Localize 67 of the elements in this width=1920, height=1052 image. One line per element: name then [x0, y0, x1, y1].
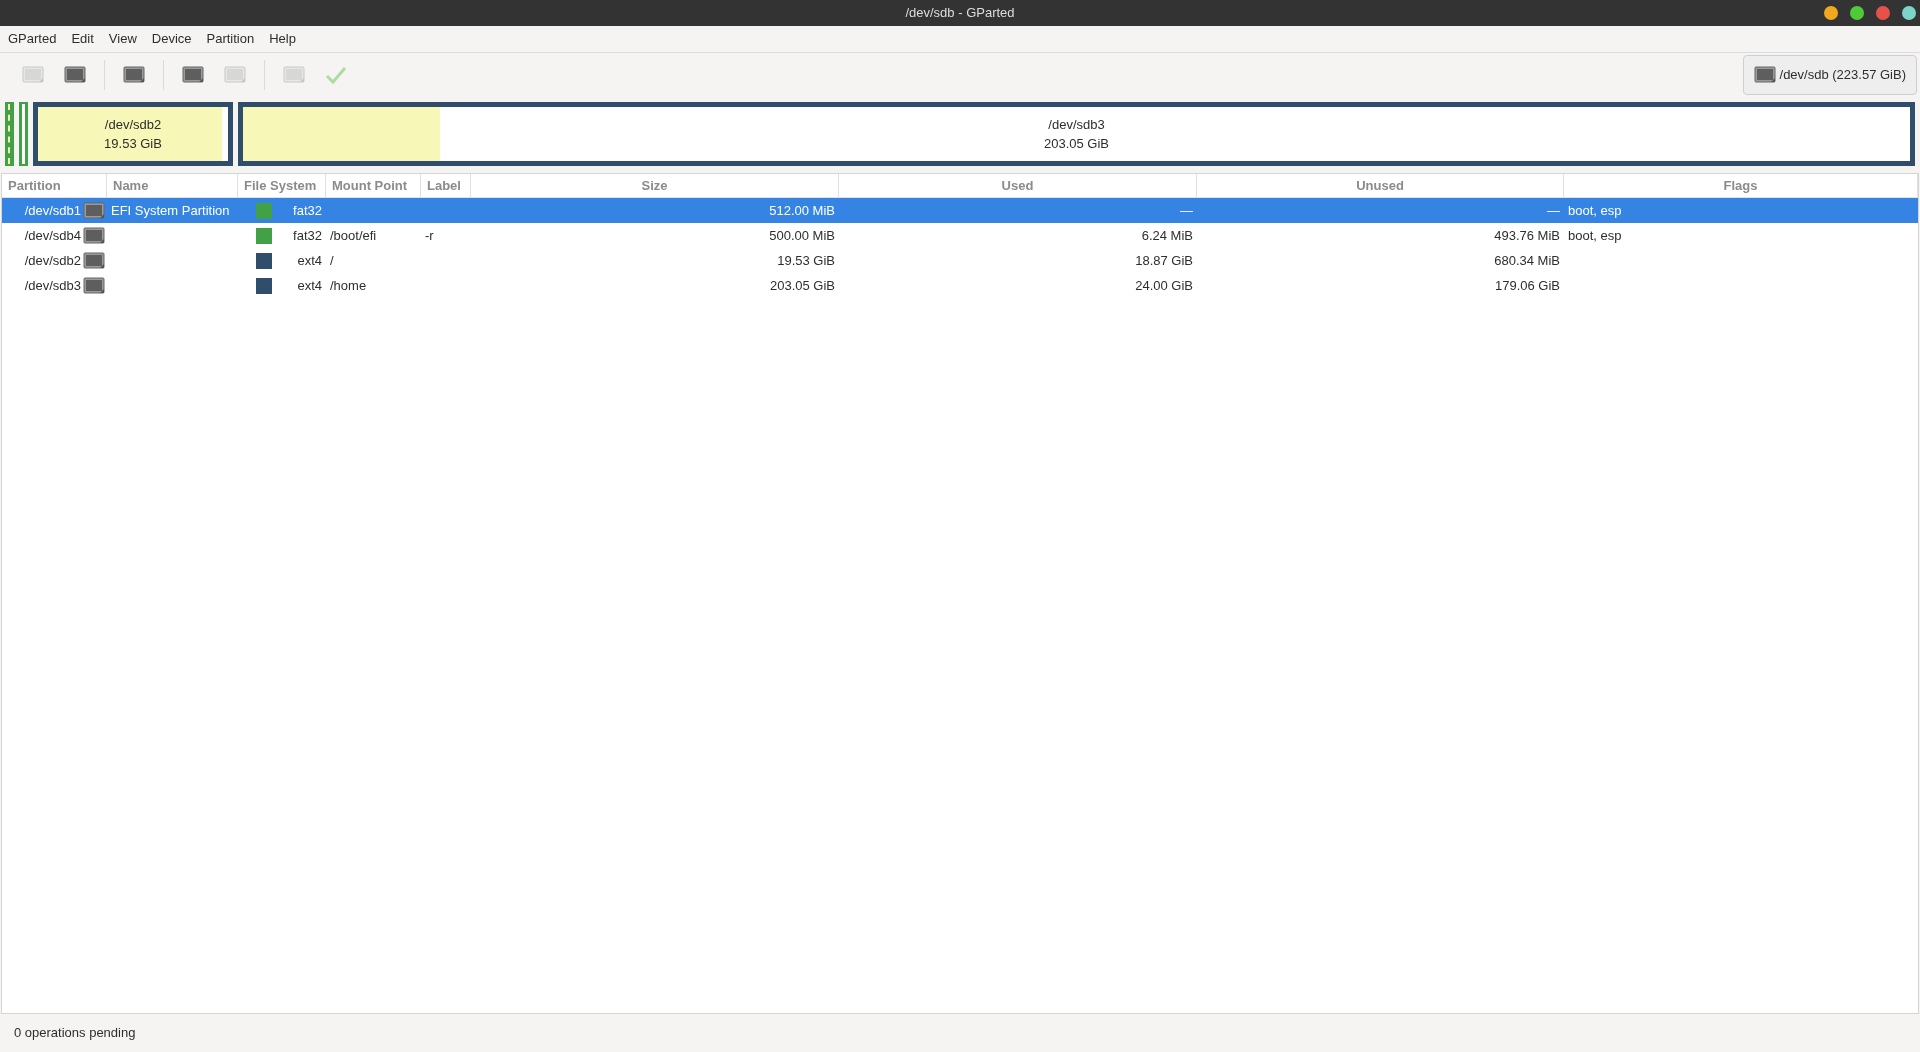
- menu-item[interactable]: Help: [263, 29, 302, 49]
- drive-icon: [283, 66, 305, 84]
- partition-size: 19.53 GiB: [104, 135, 162, 153]
- drive-icon: [22, 66, 44, 84]
- maximize-button[interactable]: [1850, 6, 1864, 20]
- partition-size: 203.05 GiB: [1044, 135, 1110, 153]
- table-cell-text: 19.53 GiB: [777, 251, 835, 270]
- table-row[interactable]: /dev/sdb1 EFI System Partition fat32 512.00 MiB — — boot, esp: [2, 198, 1918, 223]
- drive-icon: [123, 66, 145, 84]
- partition-name: /dev/sdb2: [104, 116, 162, 134]
- table-cell-text: —: [1547, 201, 1560, 220]
- table-cell-text: /dev/sdb3: [24, 276, 81, 295]
- table-cell-text: fat32: [293, 226, 322, 245]
- table-cell-text: 24.00 GiB: [1135, 276, 1193, 295]
- status-text: 0 operations pending: [14, 1024, 136, 1043]
- close-button[interactable]: [1876, 6, 1890, 20]
- drive-icon: [83, 276, 105, 295]
- menu-item[interactable]: GParted: [2, 29, 63, 49]
- table-cell-text: 6.24 MiB: [1141, 226, 1193, 245]
- column-header[interactable]: Size: [471, 174, 839, 197]
- drive-icon: [83, 251, 105, 270]
- column-header[interactable]: Partition: [2, 174, 107, 197]
- table-cell-text: 680.34 MiB: [1494, 251, 1560, 270]
- window-title: /dev/sdb - GParted: [905, 4, 1015, 23]
- table-cell-text: 18.87 GiB: [1135, 251, 1193, 270]
- table-cell-text: EFI System Partition: [111, 201, 230, 220]
- menu-item[interactable]: Edit: [65, 29, 100, 49]
- minimize-button[interactable]: [1824, 6, 1838, 20]
- partition-name: /dev/sdb3: [1048, 116, 1105, 134]
- partition-block[interactable]: [5, 102, 14, 166]
- window-menu-button[interactable]: [1902, 6, 1916, 20]
- table-cell-text: /dev/sdb1: [24, 201, 81, 220]
- partition-block[interactable]: [19, 102, 28, 166]
- table-cell-text: 512.00 MiB: [769, 201, 835, 220]
- table-cell-text: boot, esp: [1568, 226, 1622, 245]
- drive-icon: [1753, 66, 1776, 84]
- table-cell-text: /dev/sdb2: [24, 251, 81, 270]
- table-cell-text: boot, esp: [1568, 201, 1622, 220]
- drive-icon: [182, 66, 204, 84]
- table-cell-text: 493.76 MiB: [1494, 226, 1560, 245]
- menu-item[interactable]: Partition: [200, 29, 261, 49]
- drive-icon: [224, 66, 246, 84]
- drive-icon: [83, 226, 105, 245]
- table-cell-text: -r: [425, 226, 434, 245]
- drive-icon: [64, 66, 86, 84]
- table-cell-text: /dev/sdb4: [24, 226, 81, 245]
- partition-block[interactable]: /dev/sdb2 19.53 GiB: [33, 102, 234, 166]
- partition-block[interactable]: /dev/sdb3 203.05 GiB: [238, 102, 1915, 166]
- table-cell-text: 179.06 GiB: [1494, 276, 1560, 295]
- table-cell-text: ext4: [297, 251, 322, 270]
- menu-item[interactable]: View: [102, 29, 143, 49]
- table-row[interactable]: /dev/sdb3 ext4 /home 203.05 GiB 24.00 GiB 179.06 GiB: [2, 273, 1918, 298]
- table-cell-text: 500.00 MiB: [769, 226, 835, 245]
- table-cell-text: fat32: [293, 201, 322, 220]
- column-header[interactable]: Label: [421, 174, 471, 197]
- table-cell-text: /boot/efi: [330, 226, 377, 245]
- table-cell-text: /home: [330, 276, 367, 295]
- table-cell-text: /: [330, 251, 334, 270]
- device-selector[interactable]: /dev/sdb (223.57 GiB): [1742, 55, 1917, 95]
- drive-icon: [83, 201, 105, 220]
- table-cell-text: —: [1180, 201, 1193, 220]
- table-row[interactable]: /dev/sdb2 ext4 / 19.53 GiB 18.87 GiB 680.34 MiB: [2, 248, 1918, 273]
- checkmark-icon: [325, 65, 347, 85]
- table-cell-text: ext4: [297, 276, 322, 295]
- table-row[interactable]: /dev/sdb4 fat32 /boot/efi -r 500.00 MiB 6.24 MiB 493.76 MiB boot, esp: [2, 223, 1918, 248]
- table-cell-text: 203.05 GiB: [769, 276, 835, 295]
- menu-item[interactable]: Device: [145, 29, 198, 49]
